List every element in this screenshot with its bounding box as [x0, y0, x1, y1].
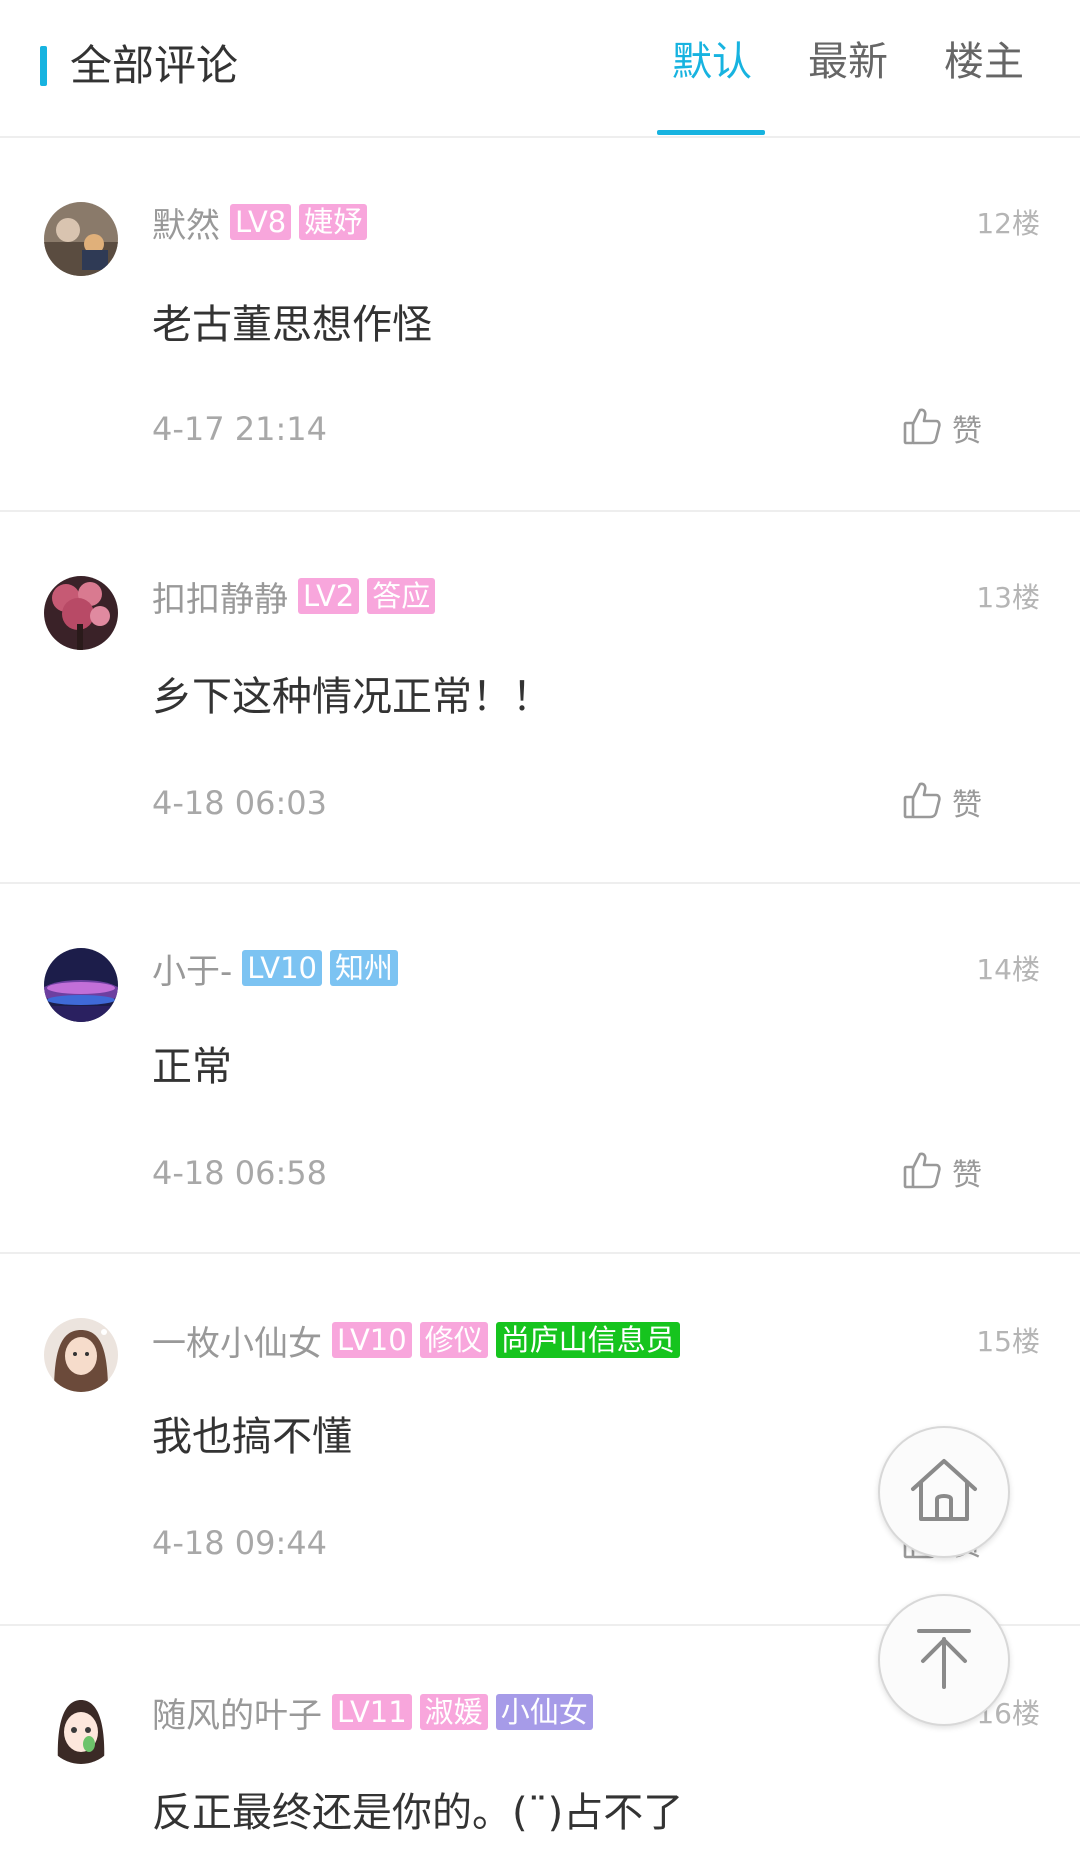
floor-number: 13楼 [976, 581, 1040, 614]
like-label: 赞 [952, 788, 982, 823]
user-line: 一枚小仙女 LV10 修仪 尚庐山信息员 [152, 1320, 688, 1364]
like-button[interactable]: 赞 [902, 1150, 982, 1194]
comment-text: 老古董思想作怪 [152, 302, 432, 348]
comment-time: 4-18 06:03 [152, 784, 328, 822]
title-accent-bar [40, 46, 47, 86]
user-line: 扣扣静静 LV2 答应 [152, 576, 443, 620]
level-badge: LV8 [230, 204, 292, 240]
title-badge: 知州 [330, 950, 399, 986]
user-line: 小于- LV10 知州 [152, 948, 406, 992]
comment-time: 4-17 21:14 [152, 410, 328, 448]
level-badge: LV11 [332, 1694, 412, 1730]
home-button[interactable] [878, 1426, 1010, 1558]
home-icon [907, 1453, 981, 1531]
avatar[interactable] [44, 1318, 118, 1392]
title-badge: 答应 [367, 578, 436, 614]
back-to-top-icon [909, 1623, 979, 1697]
comments-header: 全部评论 默认 最新 楼主 [0, 0, 1080, 138]
avatar[interactable] [44, 202, 118, 276]
thumbs-up-icon [902, 780, 942, 824]
like-button[interactable]: 赞 [902, 780, 982, 824]
username[interactable]: 扣扣静静 [152, 572, 288, 621]
floor-number: 12楼 [976, 207, 1040, 240]
tab-op-only[interactable]: 楼主 [944, 34, 1024, 90]
comment-item: 默然 LV8 婕妤 12楼 老古董思想作怪 4-17 21:14 赞 [0, 138, 1080, 512]
role-badge: 尚庐山信息员 [495, 1322, 680, 1358]
user-line: 默然 LV8 婕妤 [152, 202, 375, 246]
avatar[interactable] [44, 576, 118, 650]
username[interactable]: 一枚小仙女 [152, 1316, 322, 1365]
title-badge: 修仪 [419, 1322, 488, 1358]
username[interactable]: 随风的叶子 [152, 1688, 322, 1737]
username[interactable]: 小于- [152, 944, 232, 993]
like-button[interactable]: 赞 [902, 406, 982, 450]
level-badge: LV10 [242, 950, 322, 986]
page-title: 全部评论 [70, 41, 239, 90]
title-badge: 淑媛 [419, 1694, 488, 1730]
tab-newest[interactable]: 最新 [808, 34, 888, 90]
avatar[interactable] [44, 948, 118, 1022]
comment-item: 小于- LV10 知州 14楼 正常 4-18 06:58 赞 [0, 882, 1080, 1254]
back-to-top-button[interactable] [878, 1594, 1010, 1726]
comment-text: 反正最终还是你的。(¨)占不了 [152, 1790, 684, 1836]
role-badge: 小仙女 [495, 1694, 593, 1730]
tab-default[interactable]: 默认 [672, 34, 752, 90]
comment-time: 4-18 09:44 [152, 1524, 328, 1562]
user-line: 随风的叶子 LV11 淑媛 小仙女 [152, 1692, 601, 1736]
comment-time: 4-18 06:58 [152, 1154, 328, 1192]
floor-number: 15楼 [976, 1325, 1040, 1358]
active-tab-indicator [657, 130, 765, 135]
comment-text: 乡下这种情况正常！！ [152, 674, 552, 720]
thumbs-up-icon [902, 1150, 942, 1194]
like-label: 赞 [952, 414, 982, 449]
comment-text: 我也搞不懂 [152, 1414, 352, 1460]
username[interactable]: 默然 [152, 198, 220, 247]
comment-item: 扣扣静静 LV2 答应 13楼 乡下这种情况正常！！ 4-18 06:03 赞 [0, 510, 1080, 884]
title-badge: 婕妤 [299, 204, 368, 240]
thumbs-up-icon [902, 406, 942, 450]
level-badge: LV10 [332, 1322, 412, 1358]
floor-number: 14楼 [976, 953, 1040, 986]
like-label: 赞 [952, 1158, 982, 1193]
level-badge: LV2 [298, 578, 360, 614]
avatar[interactable] [44, 1690, 118, 1764]
comment-text: 正常 [152, 1044, 232, 1090]
